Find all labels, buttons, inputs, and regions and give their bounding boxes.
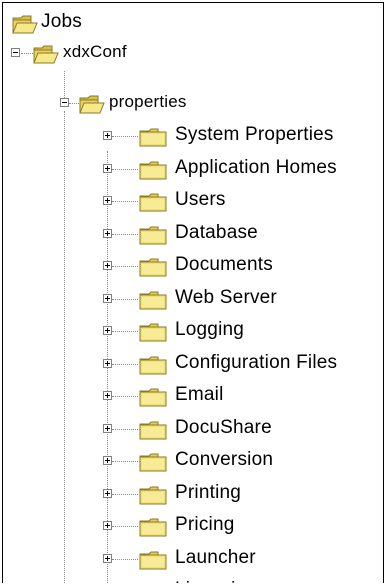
tree-node-label: Jobs: [41, 11, 82, 32]
folder-open-icon: [12, 15, 38, 34]
tree-node-label: Licensing: [175, 579, 257, 583]
tree-connector: [64, 71, 65, 98]
folder-open-icon: [79, 95, 105, 114]
tree-node-email[interactable]: Email: [3, 380, 383, 412]
folder-closed-icon: [139, 421, 167, 440]
folder-closed-icon: [139, 193, 167, 212]
expand-toggle-icon[interactable]: [103, 391, 112, 400]
tree-node-configuration-files[interactable]: Configuration Files: [3, 348, 383, 380]
expand-toggle-icon[interactable]: [103, 196, 112, 205]
tree-node-label: properties: [109, 92, 187, 111]
collapse-toggle-icon[interactable]: [11, 48, 20, 57]
tree-node-system-properties[interactable]: System Properties: [3, 120, 383, 152]
tree-connector: [112, 364, 138, 365]
tree-node-label: Documents: [175, 254, 273, 275]
folder-closed-icon: [139, 128, 167, 147]
tree-node-printing[interactable]: Printing: [3, 478, 383, 510]
folder-closed-icon: [139, 486, 167, 505]
tree-node-conversion[interactable]: Conversion: [3, 445, 383, 477]
tree-node-database[interactable]: Database: [3, 218, 383, 250]
tree-connector: [112, 396, 138, 397]
tree-connector: [112, 461, 138, 462]
folder-closed-icon: [139, 323, 167, 342]
tree-node-label: DocuShare: [175, 417, 272, 438]
tree-connector: [112, 299, 138, 300]
expand-toggle-icon[interactable]: [103, 261, 112, 270]
tree-node-label: Configuration Files: [175, 352, 338, 373]
tree-connector: [112, 234, 138, 235]
folder-closed-icon: [139, 388, 167, 407]
tree-connector: [112, 331, 138, 332]
folder-open-icon: [33, 45, 59, 64]
tree-node-label: Conversion: [175, 449, 274, 470]
tree-node-users[interactable]: Users: [3, 185, 383, 217]
expand-toggle-icon[interactable]: [103, 326, 112, 335]
tree-node-pricing[interactable]: Pricing: [3, 510, 383, 542]
expand-toggle-icon[interactable]: [103, 521, 112, 530]
folder-closed-icon: [139, 226, 167, 245]
expand-toggle-icon[interactable]: [103, 131, 112, 140]
tree-node-label: Web Server: [175, 287, 277, 308]
tree-connector: [112, 169, 138, 170]
tree-node-licensing[interactable]: Licensing: [3, 575, 383, 583]
tree-node-documents[interactable]: Documents: [3, 250, 383, 282]
folder-closed-icon: [139, 356, 167, 375]
expand-toggle-icon[interactable]: [103, 456, 112, 465]
tree-node-properties[interactable]: properties: [3, 87, 253, 119]
tree-node-label: Users: [175, 189, 226, 210]
tree-connector: [112, 201, 138, 202]
tree-node-logging[interactable]: Logging: [3, 315, 383, 347]
tree-node-label: Application Homes: [175, 157, 337, 178]
tree-connector: [112, 136, 138, 137]
tree-connector: [112, 559, 138, 560]
folder-closed-icon: [139, 582, 167, 583]
tree-node-xdxconf[interactable]: xdxConf: [3, 37, 203, 69]
tree-node-label: Printing: [175, 482, 242, 503]
tree-node-label: xdxConf: [63, 42, 127, 61]
tree-connector: [112, 266, 138, 267]
tree-node-label: Launcher: [175, 547, 256, 568]
folder-closed-icon: [139, 161, 167, 180]
expand-toggle-icon[interactable]: [103, 489, 112, 498]
expand-toggle-icon[interactable]: [103, 424, 112, 433]
expand-toggle-icon[interactable]: [103, 554, 112, 563]
expand-toggle-icon[interactable]: [103, 164, 112, 173]
tree-connector: [112, 429, 138, 430]
folder-closed-icon: [139, 258, 167, 277]
expand-toggle-icon[interactable]: [103, 229, 112, 238]
expand-toggle-icon[interactable]: [103, 294, 112, 303]
tree-connector: [112, 526, 138, 527]
folder-closed-icon: [139, 453, 167, 472]
tree-node-label: System Properties: [175, 124, 334, 145]
tree-node-web-server[interactable]: Web Server: [3, 283, 383, 315]
folder-closed-icon: [139, 551, 167, 570]
folder-closed-icon: [139, 518, 167, 537]
tree-node-label: Email: [175, 384, 224, 405]
tree-node-label: Database: [175, 222, 258, 243]
tree-panel: Jobs xdxConf properties System Propertie…: [2, 2, 384, 583]
tree-node-launcher[interactable]: Launcher: [3, 543, 383, 575]
tree-node-label: Logging: [175, 319, 245, 340]
tree-connector: [112, 494, 138, 495]
tree-node-application-homes[interactable]: Application Homes: [3, 153, 383, 185]
folder-closed-icon: [139, 291, 167, 310]
tree-node-jobs[interactable]: Jobs: [3, 7, 203, 39]
jobs-tree: Jobs xdxConf properties System Propertie…: [3, 3, 383, 583]
tree-node-label: Pricing: [175, 514, 235, 535]
tree-node-docushare[interactable]: DocuShare: [3, 413, 383, 445]
expand-toggle-icon[interactable]: [103, 359, 112, 368]
collapse-toggle-icon[interactable]: [60, 98, 69, 107]
